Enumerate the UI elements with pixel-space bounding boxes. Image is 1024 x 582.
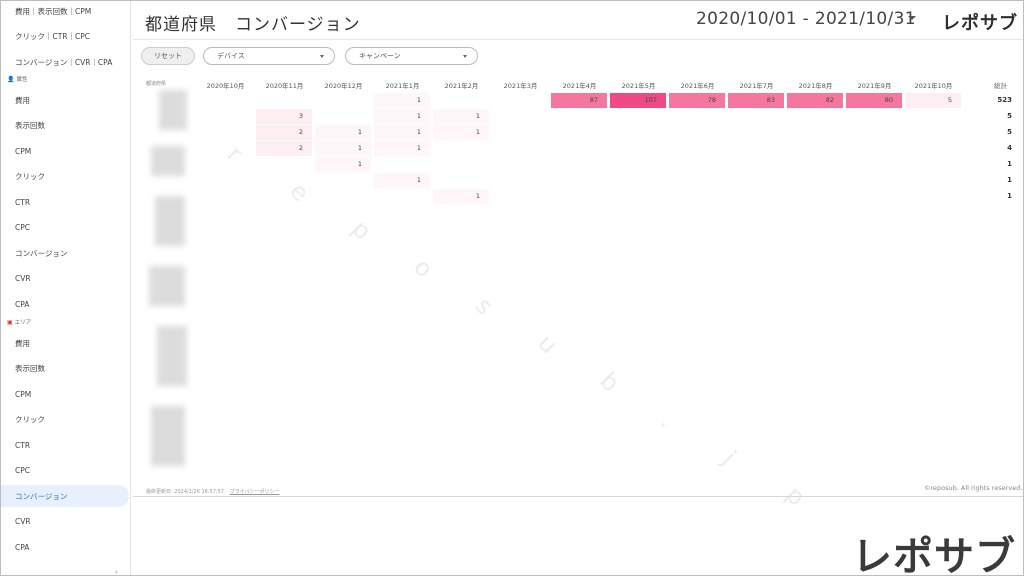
- month-header: 2021年7月: [739, 82, 774, 90]
- device-select[interactable]: デバイス: [203, 47, 335, 65]
- scroll-indicator-icon[interactable]: ‹: [115, 569, 117, 575]
- person-icon: 👤: [7, 75, 15, 83]
- month-header: 2021年6月: [680, 82, 715, 90]
- table-cell: 1: [315, 125, 371, 140]
- date-range-picker[interactable]: 2020/10/01 - 2021/10/31: [696, 9, 916, 29]
- sidebar-item-attr-8[interactable]: CPA: [1, 293, 129, 315]
- sidebar-item-area-1[interactable]: 表示回数: [1, 358, 129, 380]
- footer-divider: [133, 496, 1023, 497]
- copyright: ©reposub. All rights reserved.: [924, 484, 1023, 492]
- month-header: 2021年2月: [444, 82, 479, 90]
- table-cell: 82: [787, 93, 843, 108]
- sidebar-item-area-8[interactable]: CPA: [1, 536, 129, 558]
- row-total: 5: [1007, 112, 1012, 120]
- sidebar-item-attr-1[interactable]: 表示回数: [1, 115, 129, 137]
- campaign-select[interactable]: キャンペーン: [345, 47, 478, 65]
- sidebar-item-area-7[interactable]: CVR: [1, 511, 129, 533]
- table-cell: 1: [433, 189, 489, 204]
- brand-logo: レポサブ: [942, 13, 1018, 34]
- month-header: 2021年5月: [621, 82, 656, 90]
- sidebar-item-area-3[interactable]: クリック: [1, 409, 129, 431]
- chevron-down-icon[interactable]: [908, 16, 916, 20]
- month-header: 2021年9月: [857, 82, 892, 90]
- sidebar-item-area-5[interactable]: CPC: [1, 460, 129, 482]
- table-cell: 1: [433, 125, 489, 140]
- sidebar-section-area: ▣ エリア: [7, 318, 32, 327]
- sidebar: 費用｜表示回数｜CPM クリック｜CTR｜CPC コンバージョン｜CVR｜CPA…: [1, 1, 131, 575]
- table-cell: 80: [846, 93, 902, 108]
- table-cell: 3: [256, 109, 312, 124]
- row-total: 1: [1007, 176, 1012, 184]
- privacy-policy-link[interactable]: プライバシーポリシー: [230, 489, 280, 495]
- overlay-logo: レポサブ: [852, 534, 1016, 580]
- row-total: 1: [1007, 160, 1012, 168]
- table-cell: 1: [374, 141, 430, 156]
- flag-icon: ▣: [7, 318, 13, 326]
- sidebar-item-click-ctr-cpc[interactable]: クリック｜CTR｜CPC: [1, 25, 129, 47]
- sidebar-item-area-2[interactable]: CPM: [1, 383, 129, 405]
- table-cell: 78: [669, 93, 725, 108]
- month-header: 2020年10月: [206, 82, 245, 90]
- sidebar-item-attr-0[interactable]: 費用: [1, 89, 129, 111]
- last-updated-note: 最終更新日: 2024/1/26 16:57:57 プライバシーポリシー: [146, 489, 280, 495]
- header-divider: [133, 39, 1023, 40]
- sidebar-item-area-0[interactable]: 費用: [1, 332, 129, 354]
- table-cell: 1: [374, 125, 430, 140]
- table-cell: 5: [905, 93, 961, 108]
- sidebar-item-attr-6[interactable]: コンバージョン: [1, 242, 129, 264]
- row-total: 523: [997, 96, 1012, 104]
- month-header: 2020年11月: [265, 82, 304, 90]
- row-total: 4: [1007, 144, 1012, 152]
- table-cell: 2: [256, 141, 312, 156]
- table-cell: 1: [315, 141, 371, 156]
- sidebar-item-attr-3[interactable]: クリック: [1, 166, 129, 188]
- reset-button[interactable]: リセット: [141, 47, 195, 65]
- month-header: 2020年12月: [324, 82, 363, 90]
- table-cell: 83: [728, 93, 784, 108]
- month-header: 2021年3月: [503, 82, 538, 90]
- prefecture-names-blurred: [145, 86, 191, 478]
- month-header: 2021年1月: [385, 82, 420, 90]
- table-cell: 1: [315, 157, 371, 172]
- sidebar-item-area-4[interactable]: CTR: [1, 434, 129, 456]
- table-cell: 87: [551, 93, 607, 108]
- month-header: 2021年4月: [562, 82, 597, 90]
- table-cell: 1: [374, 93, 430, 108]
- row-total: 1: [1007, 192, 1012, 200]
- table-cell: 2: [256, 125, 312, 140]
- table-cell: 1: [374, 173, 430, 188]
- total-column-header: 総計: [994, 82, 1007, 90]
- sidebar-item-cost-impr-cpm[interactable]: 費用｜表示回数｜CPM: [1, 1, 129, 22]
- table-cell: 1: [374, 109, 430, 124]
- page-title: 都道府県 コンバージョン: [145, 15, 361, 35]
- table-cell: 107: [610, 93, 666, 108]
- sidebar-item-cv-cvr-cpa[interactable]: コンバージョン｜CVR｜CPA: [1, 51, 129, 73]
- month-header: 2021年8月: [798, 82, 833, 90]
- sidebar-item-attr-4[interactable]: CTR: [1, 191, 129, 213]
- row-total: 5: [1007, 128, 1012, 136]
- sidebar-item-attr-5[interactable]: CPC: [1, 217, 129, 239]
- chevron-down-icon: [320, 55, 324, 58]
- sidebar-item-attr-7[interactable]: CVR: [1, 268, 129, 290]
- sidebar-item-attr-2[interactable]: CPM: [1, 140, 129, 162]
- sidebar-item-area-6[interactable]: コンバージョン: [1, 485, 129, 507]
- sidebar-section-attribute: 👤 属性: [7, 75, 28, 84]
- chevron-down-icon: [463, 55, 467, 58]
- table-cell: 1: [433, 109, 489, 124]
- month-header: 2021年10月: [914, 82, 953, 90]
